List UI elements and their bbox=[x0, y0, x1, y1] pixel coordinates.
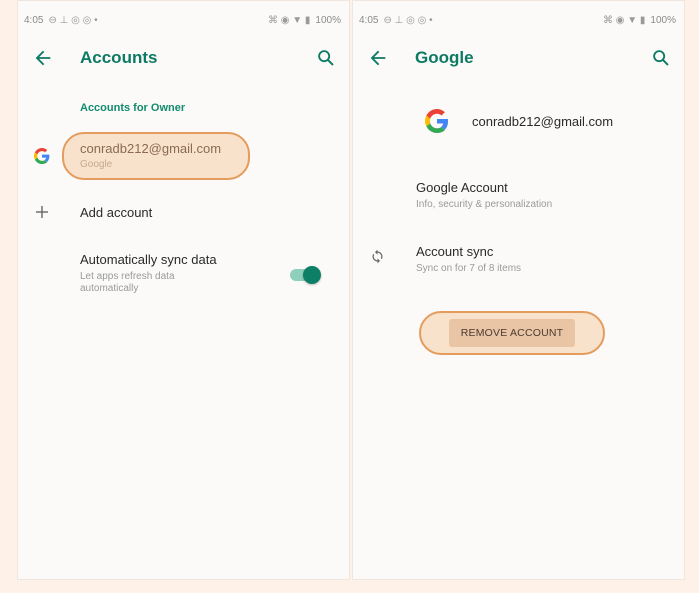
google-account-subtitle: Info, security & personalization bbox=[416, 199, 553, 210]
notification-icons: ⊖ ⊥ ◎ ◎ • bbox=[48, 14, 98, 26]
toolbar: Accounts bbox=[18, 39, 349, 79]
google-logo-icon bbox=[425, 109, 449, 133]
search-icon[interactable] bbox=[650, 47, 672, 69]
add-account-row[interactable]: Add account bbox=[18, 197, 349, 227]
account-sync-title: Account sync bbox=[416, 244, 494, 259]
google-account-row[interactable]: Google Account Info, security & personal… bbox=[353, 177, 684, 217]
highlight-ring bbox=[62, 132, 250, 180]
system-icons: ⌘ ◉ ▼ ▮ bbox=[602, 14, 646, 26]
sync-icon bbox=[372, 249, 383, 264]
battery-percent: 100% bbox=[650, 14, 676, 26]
auto-sync-subtitle-line2: automatically bbox=[80, 283, 139, 294]
accounts-screen: 4:05 ⊖ ⊥ ◎ ◎ • ⌘ ◉ ▼ ▮ 100% Accounts Acc… bbox=[17, 0, 350, 580]
status-time: 4:05 bbox=[359, 14, 379, 26]
section-header: Accounts for Owner bbox=[80, 102, 186, 114]
account-type: Google bbox=[80, 159, 113, 170]
google-logo-icon bbox=[34, 148, 50, 164]
battery-percent: 100% bbox=[315, 14, 341, 26]
status-bar: 4:05 ⊖ ⊥ ◎ ◎ • ⌘ ◉ ▼ ▮ 100% bbox=[353, 1, 684, 39]
account-sync-row[interactable]: Account sync Sync on for 7 of 8 items bbox=[353, 241, 684, 281]
google-account-title: Google Account bbox=[416, 180, 508, 195]
account-sync-subtitle: Sync on for 7 of 8 items bbox=[416, 263, 522, 274]
page-title: Accounts bbox=[80, 48, 158, 67]
auto-sync-subtitle-line1: Let apps refresh data bbox=[80, 271, 175, 282]
account-header: conradb212@gmail.com bbox=[353, 101, 684, 141]
toggle-thumb bbox=[303, 266, 321, 284]
status-bar: 4:05 ⊖ ⊥ ◎ ◎ • ⌘ ◉ ▼ ▮ 100% bbox=[18, 1, 349, 39]
plus-icon bbox=[36, 206, 48, 218]
search-icon[interactable] bbox=[315, 47, 337, 69]
remove-account-highlight: REMOVE ACCOUNT bbox=[419, 311, 605, 355]
remove-account-button[interactable]: REMOVE ACCOUNT bbox=[448, 319, 576, 347]
auto-sync-row[interactable]: Automatically sync data Let apps refresh… bbox=[18, 249, 349, 301]
back-arrow-icon[interactable] bbox=[367, 47, 389, 69]
auto-sync-title: Automatically sync data bbox=[80, 252, 217, 267]
back-arrow-icon[interactable] bbox=[32, 47, 54, 69]
account-row[interactable]: conradb212@gmail.com Google bbox=[18, 129, 349, 183]
system-icons: ⌘ ◉ ▼ ▮ bbox=[267, 14, 311, 26]
google-account-screen: 4:05 ⊖ ⊥ ◎ ◎ • ⌘ ◉ ▼ ▮ 100% Google conra… bbox=[352, 0, 685, 580]
account-email: conradb212@gmail.com bbox=[80, 141, 222, 156]
add-account-label: Add account bbox=[80, 205, 153, 220]
account-email: conradb212@gmail.com bbox=[472, 114, 614, 129]
page-title: Google bbox=[415, 48, 474, 67]
status-time: 4:05 bbox=[24, 14, 44, 26]
toolbar: Google bbox=[353, 39, 684, 79]
notification-icons: ⊖ ⊥ ◎ ◎ • bbox=[383, 14, 433, 26]
